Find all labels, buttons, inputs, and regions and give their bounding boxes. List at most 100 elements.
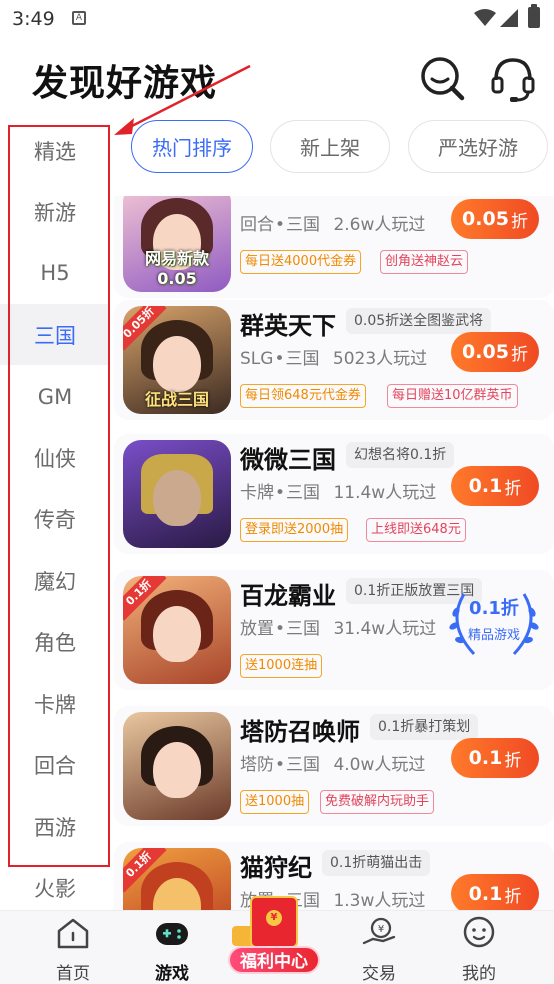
game-meta: SLG•三国 5023人玩过 [240,349,428,369]
game-meta: 放置•三国 31.4w人玩过 [240,619,437,639]
game-genre: 塔防 [240,755,274,775]
page-title: 发现好游戏 [32,63,218,104]
game-card[interactable]: 0.05折 征战三国 群英天下 0.05折送全图鉴武将 SLG•三国 5023人… [114,300,554,420]
coin-icon: ¥ [266,910,282,926]
nav-label: 我的 [462,964,496,984]
promo-pill: 0.1折萌猫出击 [322,850,431,876]
sidebar-item-rpg[interactable]: 角色 [0,611,110,672]
game-list: 网易新款0.05 回合•三国 2.6w人玩过 0.05 折 每日送4000代金券 … [110,196,554,910]
game-tag: 免费破解内玩助手 [320,790,435,814]
discount-unit: 折 [510,344,528,365]
discount-value: 0.1 [468,883,503,905]
game-genre: 回合 [240,215,274,235]
sidebar-item-journey-west[interactable]: 西游 [0,796,110,857]
game-tag: 创角送神赵云 [380,250,469,274]
sidebar-item-featured[interactable]: 精选 [0,120,110,181]
discount-value: 0.1 [468,747,503,769]
tab-new-release[interactable]: 新上架 [270,120,390,173]
game-card[interactable]: 微微三国 幻想名将0.1折 卡牌•三国 11.4w人玩过 0.1 折 登录即送20… [114,434,554,554]
game-thumbnail: 0.05折 征战三国 [123,306,231,414]
discount-unit: 折 [504,478,522,499]
game-name: 百龙霸业 [240,582,336,610]
game-tag: 上线即送648元 [366,518,466,542]
game-thumbnail: 网易新款0.05 [123,196,231,292]
game-tag: 送1000连抽 [240,654,323,678]
nav-welfare-center[interactable]: ¥ 福利中心 [226,896,322,976]
game-thumbnail: 0.1折 [123,576,231,684]
signal-icon [500,9,518,27]
tab-curated[interactable]: 严选好游 [408,120,548,173]
game-thumbnail: 0.1折 [123,848,231,910]
trade-icon: ¥ [362,917,396,945]
game-theme: 三国 [286,755,321,775]
sidebar-item-fantasy[interactable]: 魔幻 [0,550,110,611]
status-bar: 3:49 A [0,0,554,36]
svg-text:¥: ¥ [378,924,384,935]
sidebar-item-gm[interactable]: GM [0,366,110,427]
game-theme: 三国 [286,483,321,503]
sim-card-icon: A [72,11,86,25]
headset-icon[interactable] [488,54,538,104]
game-theme: 三国 [285,349,320,369]
game-players: 5023人玩过 [332,349,428,369]
nav-home[interactable]: 首页 [28,911,118,984]
game-tag: 每日赠送10亿群英币 [387,384,518,408]
discount-button[interactable]: 0.1 折 [451,466,539,506]
game-card[interactable]: 网易新款0.05 回合•三国 2.6w人玩过 0.05 折 每日送4000代金券 … [114,196,554,298]
sidebar-item-new[interactable]: 新游 [0,181,110,242]
discount-unit: 折 [510,211,528,232]
discount-value: 0.1 [468,475,503,497]
game-meta: 回合•三国 2.6w人玩过 [240,215,426,235]
search-icon[interactable] [418,54,468,104]
game-genre: 放置 [240,619,274,639]
game-players: 31.4w人玩过 [333,619,437,639]
sidebar-item-legend[interactable]: 传奇 [0,488,110,549]
game-theme: 三国 [286,215,321,235]
battery-icon [528,4,540,28]
discount-button[interactable]: 0.05 折 [451,332,539,372]
game-genre: SLG [240,349,274,369]
discount-button[interactable]: 0.05 折 [451,199,539,239]
sidebar-item-h5[interactable]: H5 [0,242,110,303]
game-card[interactable]: 0.1折 百龙霸业 0.1折正版放置三国 放置•三国 31.4w人玩过 0.1折… [114,570,554,690]
sidebar-item-naruto[interactable]: 火影 [0,857,110,910]
discount-unit: 折 [504,750,522,771]
discount-button[interactable]: 0.1 折 [451,874,539,910]
premium-badge-label: 精品游戏 [467,628,520,643]
nav-games[interactable]: 游戏 [127,911,217,984]
thumbnail-caption: 征战三国 [144,390,209,409]
status-time: 3:49 [12,8,55,30]
nav-label: 首页 [56,964,90,984]
game-tag: 每日送4000代金券 [240,250,362,274]
game-name: 猫狩纪 [240,854,312,882]
gamepad-icon [156,923,188,945]
game-tag: 送1000抽 [240,790,310,814]
nav-trade[interactable]: ¥ 交易 [334,911,424,984]
game-meta: 塔防•三国 4.0w人玩过 [240,755,426,775]
game-tag: 登录即送2000抽 [240,518,349,542]
sidebar-item-xianxia[interactable]: 仙侠 [0,427,110,488]
wifi-icon [474,9,496,26]
promo-pill: 0.1折暴打策划 [370,714,479,740]
game-card[interactable]: 塔防召唤师 0.1折暴打策划 塔防•三国 4.0w人玩过 0.1 折 送1000抽… [114,706,554,826]
sidebar-item-turn-based[interactable]: 回合 [0,734,110,795]
tab-hot-sort[interactable]: 热门排序 [131,120,253,173]
sidebar-item-card[interactable]: 卡牌 [0,673,110,734]
game-meta: 卡牌•三国 11.4w人玩过 [240,483,437,503]
nav-label: 游戏 [155,964,189,984]
game-players: 1.3w人玩过 [333,891,426,910]
game-name: 微微三国 [240,446,336,474]
sidebar-item-three-kingdoms[interactable]: 三国 [0,304,110,365]
game-card[interactable]: 0.1折 猫狩纪 0.1折萌猫出击 放置•三国 1.3w人玩过 0.1折 [114,842,554,910]
category-sidebar: 精选 新游 H5 三国 GM 仙侠 传奇 魔幻 角色 卡牌 回合 西游 火影 [0,120,110,910]
nav-profile[interactable]: 我的 [434,911,524,984]
game-tag: 每日领648元代金券 [240,384,366,408]
nav-label: 福利中心 [228,946,320,974]
game-theme: 三国 [286,619,321,639]
premium-badge-value: 0.1折 [469,598,519,619]
game-thumbnail [123,712,231,820]
home-icon [57,918,89,949]
game-name: 群英天下 [240,312,336,340]
discount-button[interactable]: 0.1 折 [451,738,539,778]
profile-icon [463,916,495,948]
